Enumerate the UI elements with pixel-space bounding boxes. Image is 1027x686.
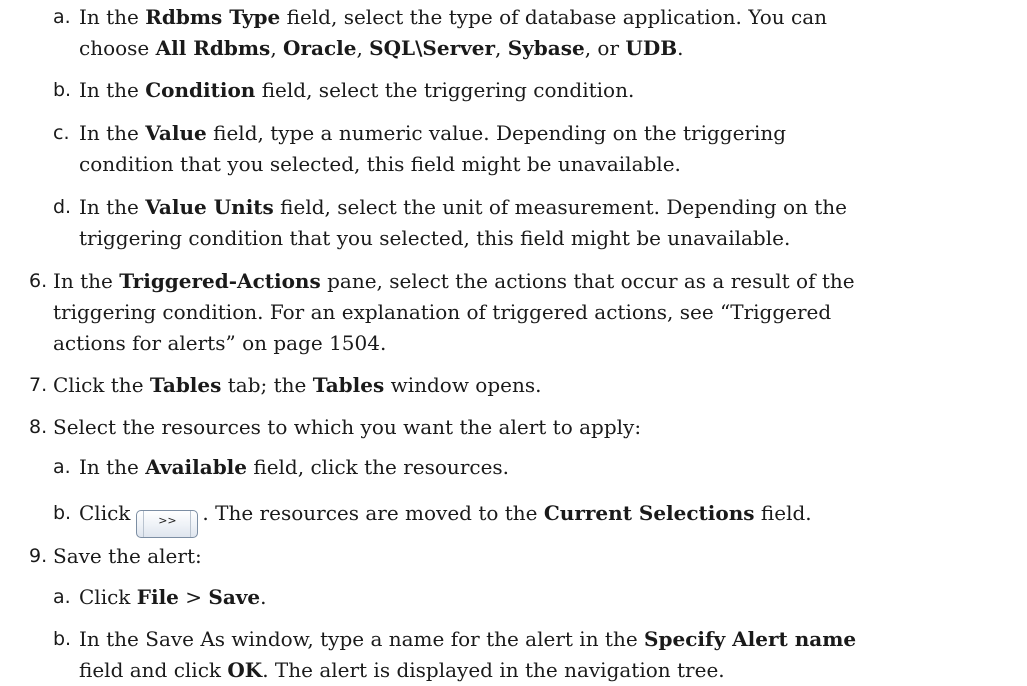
list-item-8b: b. Click >>. The resources are moved to t… [53,498,812,538]
list-item-7: 7. Click the Tables tab; the Tables wind… [29,370,541,401]
list-marker: d. [53,196,72,218]
list-item-text: In the Rdbms Type field, select the type… [79,5,828,60]
list-item-text: Click the Tables tab; the Tables window … [53,373,542,397]
list-item-text: Click >>. The resources are moved to the … [79,498,812,538]
document-page: a. In the Rdbms Type field, select the t… [0,0,1027,686]
list-item-5c: c. In the Value field, type a numeric va… [53,118,786,180]
list-item-9: 9. Save the alert: [29,541,202,572]
list-item-6: 6. In the Triggered-Actions pane, select… [29,266,855,359]
list-item-text: In the Triggered-Actions pane, select th… [53,269,855,355]
list-marker: b. [53,502,72,524]
list-item-5a: a. In the Rdbms Type field, select the t… [53,2,827,64]
list-marker: 8. [29,416,48,438]
list-item-5b: b. In the Condition field, select the tr… [53,75,634,106]
list-item-text: Click File > Save. [79,585,267,609]
list-marker: b. [53,79,72,101]
list-marker: a. [53,586,71,608]
list-item-text: In the Available field, click the resour… [79,455,510,479]
list-marker: b. [53,628,72,650]
list-marker: 6. [29,270,48,292]
move-right-button-image: >> [136,510,199,538]
list-marker: a. [53,456,71,478]
list-item-5d: d. In the Value Units field, select the … [53,192,847,254]
list-item-text: Save the alert: [53,544,202,568]
list-item-8a: a. In the Available field, click the res… [53,452,509,483]
list-item-9a: a. Click File > Save. [53,582,267,613]
list-item-8: 8. Select the resources to which you wan… [29,412,641,443]
list-marker: 7. [29,374,48,396]
list-item-text: In the Condition field, select the trigg… [79,78,635,102]
list-item-text: In the Value Units field, select the uni… [79,195,847,250]
list-item-text: In the Save As window, type a name for t… [79,627,857,682]
list-marker: 9. [29,545,48,567]
list-item-text: Select the resources to which you want t… [53,415,642,439]
list-marker: c. [53,122,70,144]
list-item-9b: b. In the Save As window, type a name fo… [53,624,856,686]
list-item-text: In the Value field, type a numeric value… [79,121,787,176]
list-marker: a. [53,6,71,28]
